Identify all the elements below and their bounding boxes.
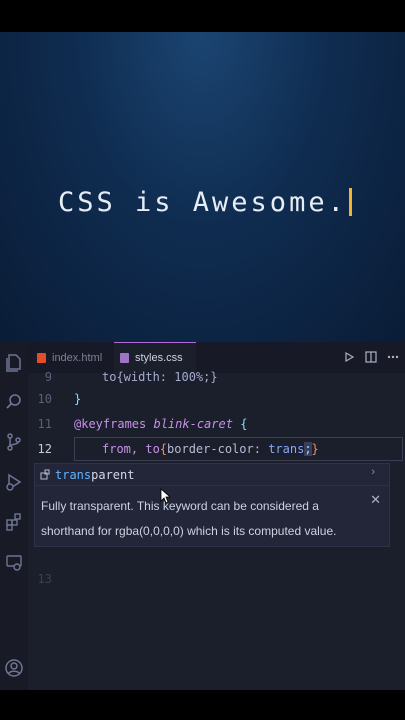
extensions-icon[interactable]: [4, 512, 24, 532]
close-icon[interactable]: ✕: [370, 492, 381, 508]
selector-keyword: from, to: [102, 442, 160, 456]
browser-preview: CSS is Awesome.: [0, 32, 405, 342]
run-icon[interactable]: [343, 351, 355, 363]
run-debug-icon[interactable]: [4, 472, 24, 492]
line-text: from, to{border-color: trans;}: [102, 437, 319, 461]
source-control-icon[interactable]: [4, 432, 24, 452]
brace: {: [240, 417, 248, 431]
code-line-11: 11 @keyframes blink-caret {: [28, 412, 405, 436]
activity-bar: [0, 342, 28, 690]
line-number: 10: [37, 392, 52, 406]
code-line-9: 9 to{width: 100%;}: [28, 365, 405, 389]
line-number: 11: [37, 417, 52, 431]
chevron-right-icon[interactable]: ›: [371, 466, 375, 478]
suggestion-description: Fully transparent. This keyword can be c…: [41, 499, 337, 538]
open-brace: {: [159, 442, 168, 456]
more-actions-icon[interactable]: [387, 351, 399, 363]
remote-explorer-icon[interactable]: [4, 552, 24, 572]
semicolon: ;: [304, 442, 312, 456]
code-line-10: 10 }: [28, 387, 405, 411]
headline-text: CSS is Awesome.: [58, 187, 347, 218]
line-text: @keyframes blink-caret {: [74, 412, 247, 436]
property-name: border-color:: [167, 442, 269, 456]
line-text: to{width: 100%;}: [102, 370, 218, 384]
account-icon[interactable]: [4, 658, 24, 678]
search-icon[interactable]: [4, 392, 24, 412]
explorer-icon[interactable]: [4, 352, 24, 372]
tab-actions: [343, 351, 399, 363]
keyframes-keyword: @keyframes: [74, 417, 147, 431]
top-letterbox: [0, 0, 405, 32]
tab-label: styles.css: [135, 352, 183, 364]
close-brace: }: [311, 442, 319, 456]
suggestion-match: trans: [55, 468, 92, 482]
html-file-icon: [37, 352, 46, 363]
suggestion-details: Fully transparent. This keyword can be c…: [34, 486, 390, 547]
preview-headline: CSS is Awesome.: [58, 187, 352, 218]
code-line-12: 12 from, to{border-color: trans;}: [28, 437, 405, 461]
autocomplete-suggestion[interactable]: transparent ›: [34, 463, 390, 486]
tab-label: index.html: [52, 351, 103, 364]
bottom-letterbox: [0, 690, 405, 720]
line-number: 12: [37, 442, 52, 456]
property-value: trans: [268, 442, 305, 456]
mouse-cursor-icon: [160, 488, 172, 504]
split-editor-icon[interactable]: [365, 351, 377, 363]
line-text: }: [74, 392, 82, 406]
animation-name: blink-caret: [153, 417, 233, 431]
code-line-13: 13: [28, 567, 405, 591]
line-number: 9: [44, 370, 52, 384]
css-file-icon: [120, 353, 129, 363]
typing-caret: [348, 188, 352, 216]
line-number: 13: [37, 572, 52, 586]
suggestion-rest: parent: [91, 468, 135, 482]
keyword-icon: [40, 469, 50, 480]
suggestion-label: transparent: [55, 468, 134, 482]
